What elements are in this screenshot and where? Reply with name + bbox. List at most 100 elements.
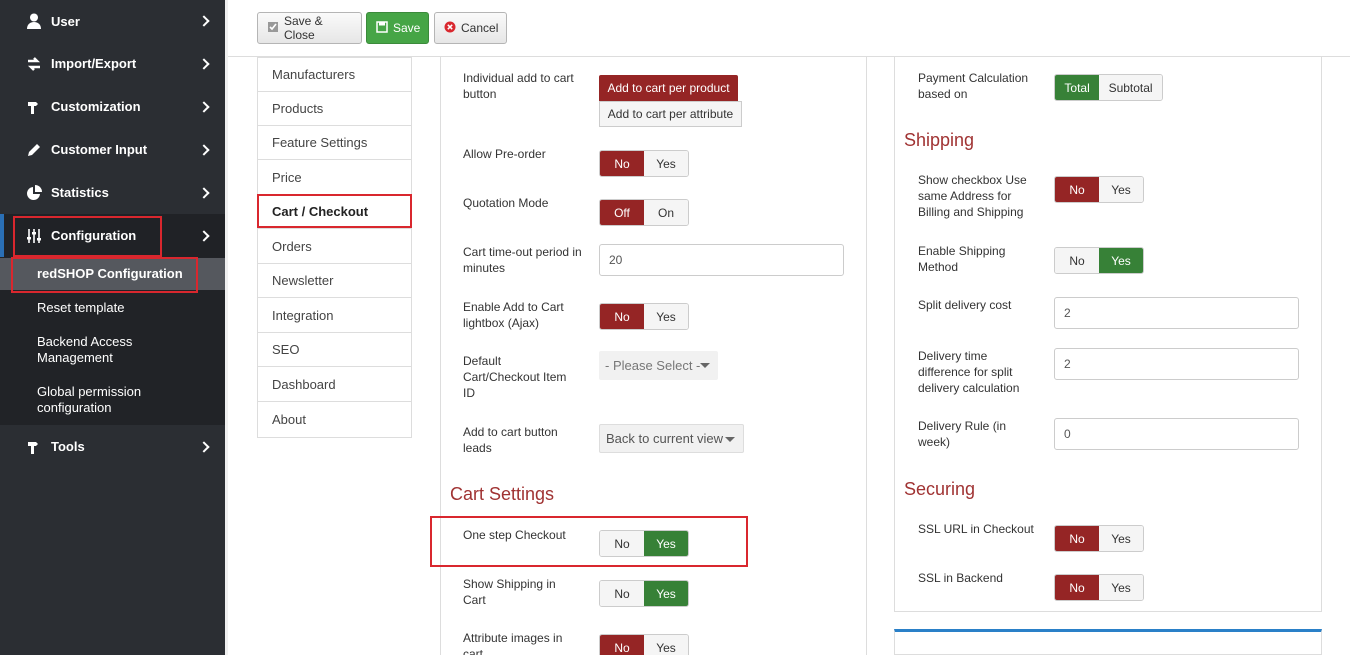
sidebar-item-import-export[interactable]: Import/Export [0, 42, 225, 85]
pie-chart-icon [25, 184, 43, 201]
chevron-right-icon [198, 100, 210, 113]
save-label: Save [393, 21, 421, 35]
enable-shipping-label: Enable Shipping Method [918, 244, 1006, 274]
attr-images-label: Attribute images in cart [463, 631, 563, 655]
chevron-right-icon [198, 15, 210, 27]
cancel-button[interactable]: Cancel [434, 12, 507, 44]
tab-manufacturers[interactable]: Manufacturers [258, 58, 411, 92]
preorder-label: Allow Pre-order [463, 147, 546, 161]
toggle-on[interactable]: On [644, 200, 688, 225]
split-cost-input[interactable]: 2 [1054, 297, 1299, 329]
securing-heading: Securing [904, 479, 976, 499]
ssl-checkout-toggle[interactable]: No Yes [1054, 525, 1144, 552]
toggle-subtotal[interactable]: Subtotal [1099, 75, 1162, 100]
tab-products[interactable]: Products [258, 92, 411, 126]
shipping-heading: Shipping [904, 130, 975, 150]
button-leads-label: Add to cart button leads [463, 425, 558, 455]
sidebar-item-label: Statistics [51, 185, 109, 200]
save-button[interactable]: Save [366, 12, 429, 44]
hammer-icon [25, 439, 43, 455]
tab-dashboard[interactable]: Dashboard [258, 368, 411, 402]
cancel-icon [444, 21, 456, 36]
sidebar: User Import/Export Customization Custome… [0, 0, 225, 655]
save-close-icon [267, 21, 279, 36]
sidebar-item-label: Import/Export [51, 56, 137, 71]
toggle-no[interactable]: No [1055, 526, 1099, 551]
tab-price[interactable]: Price [258, 161, 411, 195]
button-leads-select[interactable]: Back to current view [599, 424, 744, 453]
config-tabs: Manufacturers Products Feature Settings … [257, 57, 412, 438]
delivery-diff-input[interactable]: 2 [1054, 348, 1299, 380]
chevron-right-icon [198, 229, 210, 242]
add-per-attribute-option[interactable]: Add to cart per attribute [599, 101, 742, 127]
toggle-no[interactable]: No [600, 151, 644, 176]
toggle-no[interactable]: No [600, 581, 644, 606]
cart-settings-heading: Cart Settings [450, 484, 555, 504]
toggle-yes[interactable]: Yes [1099, 526, 1143, 551]
submenu-backend-access[interactable]: Backend Access Management [37, 334, 157, 366]
import-export-icon [25, 56, 43, 72]
highlight-box [257, 194, 412, 228]
attr-images-toggle[interactable]: No Yes [599, 634, 689, 655]
split-cost-label: Split delivery cost [918, 298, 1012, 312]
chevron-right-icon [198, 186, 210, 199]
toggle-no[interactable]: No [1055, 177, 1099, 202]
toggle-yes[interactable]: Yes [644, 304, 688, 329]
toggle-no[interactable]: No [600, 304, 644, 329]
sidebar-item-customer-input[interactable]: Customer Input [0, 128, 225, 171]
chevron-right-icon [198, 440, 210, 453]
caret-down-icon [700, 363, 710, 368]
tab-about[interactable]: About [258, 402, 411, 436]
payment-calc-toggle[interactable]: Total Subtotal [1054, 74, 1163, 101]
submenu-global-permission[interactable]: Global permission configuration [37, 384, 157, 416]
timeout-input[interactable]: 20 [599, 244, 844, 276]
preorder-toggle[interactable]: No Yes [599, 150, 689, 177]
sidebar-item-customization[interactable]: Customization [0, 85, 225, 128]
caret-down-icon [725, 437, 735, 442]
sidebar-item-statistics[interactable]: Statistics [0, 171, 225, 214]
tab-seo[interactable]: SEO [258, 333, 411, 367]
toggle-no[interactable]: No [1055, 248, 1099, 273]
delivery-rule-input[interactable]: 0 [1054, 418, 1299, 450]
delivery-rule-label: Delivery Rule (in week) [918, 419, 1007, 449]
toggle-yes[interactable]: Yes [644, 151, 688, 176]
tab-integration[interactable]: Integration [258, 299, 411, 333]
tab-feature-settings[interactable]: Feature Settings [258, 126, 411, 160]
individual-add-label: Individual add to cart button [463, 71, 574, 101]
ssl-checkout-label: SSL URL in Checkout [918, 522, 1034, 536]
hammer-icon [25, 99, 43, 115]
tab-orders[interactable]: Orders [258, 230, 411, 264]
floppy-icon [376, 20, 388, 36]
toggle-no[interactable]: No [1055, 575, 1099, 600]
enable-shipping-toggle[interactable]: No Yes [1054, 247, 1144, 274]
pencil-icon [25, 142, 43, 158]
toggle-yes[interactable]: Yes [1099, 575, 1143, 600]
show-shipping-label: Show Shipping in Cart [463, 577, 556, 607]
toggle-yes[interactable]: Yes [644, 581, 688, 606]
default-item-label: Default Cart/Checkout Item ID [463, 354, 567, 400]
toggle-no[interactable]: No [600, 635, 644, 655]
sidebar-item-tools[interactable]: Tools [0, 425, 225, 468]
save-close-button[interactable]: Save & Close [257, 12, 362, 44]
toggle-off[interactable]: Off [600, 200, 644, 225]
show-shipping-toggle[interactable]: No Yes [599, 580, 689, 607]
save-close-label: Save & Close [284, 14, 323, 42]
sidebar-item-label: Customization [51, 99, 141, 114]
toggle-total[interactable]: Total [1055, 75, 1100, 100]
submenu-reset-template[interactable]: Reset template [37, 300, 124, 316]
highlight-box [430, 516, 748, 567]
sidebar-item-user[interactable]: User [0, 0, 225, 42]
default-item-select[interactable]: - Please Select - [599, 351, 718, 380]
sidebar-item-label: Tools [51, 439, 85, 454]
add-per-product-option[interactable]: Add to cart per product [599, 75, 738, 101]
sidebar-item-label: Customer Input [51, 142, 148, 157]
toggle-yes[interactable]: Yes [1099, 177, 1143, 202]
toggle-yes[interactable]: Yes [1099, 248, 1143, 273]
toggle-yes[interactable]: Yes [644, 635, 688, 655]
lightbox-toggle[interactable]: No Yes [599, 303, 689, 330]
tab-newsletter[interactable]: Newsletter [258, 264, 411, 298]
quotation-toggle[interactable]: Off On [599, 199, 689, 226]
lightbox-label: Enable Add to Cart lightbox (Ajax) [463, 300, 564, 330]
same-address-toggle[interactable]: No Yes [1054, 176, 1144, 203]
ssl-backend-toggle[interactable]: No Yes [1054, 574, 1144, 601]
